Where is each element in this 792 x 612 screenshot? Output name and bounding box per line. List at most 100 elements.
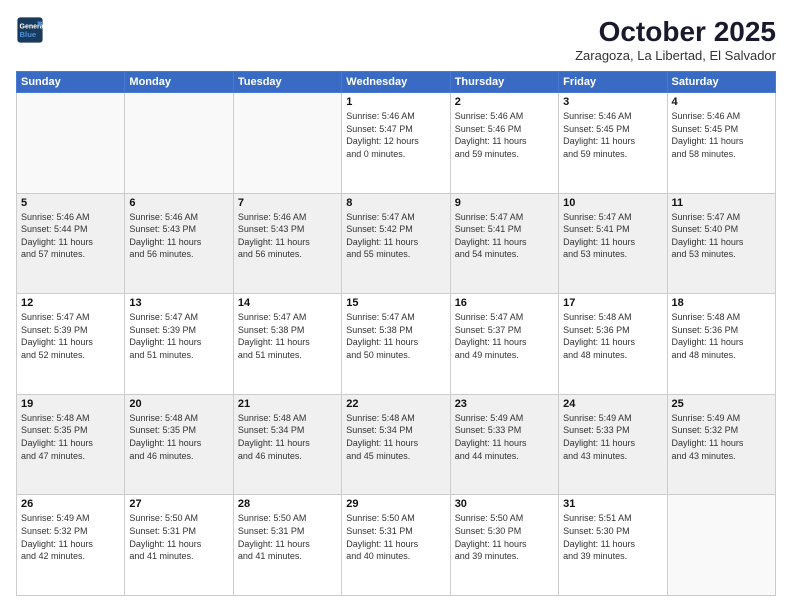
page: General Blue October 2025 Zaragoza, La L… [0, 0, 792, 612]
calendar-week-1: 1Sunrise: 5:46 AMSunset: 5:47 PMDaylight… [17, 93, 776, 194]
day-number: 4 [672, 96, 771, 108]
calendar-cell: 13Sunrise: 5:47 AMSunset: 5:39 PMDayligh… [125, 294, 233, 395]
calendar-cell: 8 Sunrise: 5:47 AMSunset: 5:42 PMDaylight… [342, 193, 450, 294]
calendar-cell [667, 495, 775, 596]
calendar-cell: 23 Sunrise: 5:49 AMSunset: 5:33 PMDayligh… [450, 394, 558, 495]
month-title: October 2025 [575, 16, 776, 48]
day-number: 18 [672, 297, 771, 309]
calendar-cell: 22Sunrise: 5:48 AMSunset: 5:34 PMDayligh… [342, 394, 450, 495]
day-info: Sunrise: 5:46 AMSunset: 5:43 PMDaylight:… [238, 211, 337, 261]
day-info: Sunrise: 5:49 AMSunset: 5:33 PMDaylight:… [455, 412, 554, 462]
calendar-cell: 10 Sunrise: 5:47 AMSunset: 5:41 PMDayligh… [559, 193, 667, 294]
calendar-cell [125, 93, 233, 194]
weekday-header-thursday: Thursday [450, 72, 558, 93]
day-number: 29 [346, 498, 445, 510]
day-info: Sunrise: 5:49 AMSunset: 5:32 PMDaylight:… [672, 412, 771, 462]
day-number: 2 [455, 96, 554, 108]
calendar-cell: 26 Sunrise: 5:49 AMSunset: 5:32 PMDayligh… [17, 495, 125, 596]
day-info: Sunrise: 5:51 AMSunset: 5:30 PMDaylight:… [563, 512, 662, 562]
day-number: 16 [455, 297, 554, 309]
weekday-header-friday: Friday [559, 72, 667, 93]
header-row: SundayMondayTuesdayWednesdayThursdayFrid… [17, 72, 776, 93]
day-number: 25 [672, 398, 771, 410]
day-number: 27 [129, 498, 228, 510]
day-info: Sunrise: 5:47 AMSunset: 5:39 PMDaylight:… [21, 311, 120, 361]
day-info: Sunrise: 5:50 AMSunset: 5:31 PMDaylight:… [346, 512, 445, 562]
day-info: Sunrise: 5:47 AMSunset: 5:41 PMDaylight:… [455, 211, 554, 261]
day-info: Sunrise: 5:48 AMSunset: 5:36 PMDaylight:… [672, 311, 771, 361]
day-number: 28 [238, 498, 337, 510]
calendar-cell: 18 Sunrise: 5:48 AMSunset: 5:36 PMDayligh… [667, 294, 775, 395]
day-info: Sunrise: 5:46 AMSunset: 5:43 PMDaylight:… [129, 211, 228, 261]
day-info: Sunrise: 5:46 AMSunset: 5:45 PMDaylight:… [563, 110, 662, 160]
day-number: 31 [563, 498, 662, 510]
day-number: 1 [346, 96, 445, 108]
calendar-cell: 1Sunrise: 5:46 AMSunset: 5:47 PMDaylight… [342, 93, 450, 194]
calendar-cell: 24Sunrise: 5:49 AMSunset: 5:33 PMDayligh… [559, 394, 667, 495]
calendar-cell: 6 Sunrise: 5:46 AMSunset: 5:43 PMDaylight… [125, 193, 233, 294]
calendar-cell: 30 Sunrise: 5:50 AMSunset: 5:30 PMDayligh… [450, 495, 558, 596]
calendar-week-5: 26 Sunrise: 5:49 AMSunset: 5:32 PMDayligh… [17, 495, 776, 596]
day-info: Sunrise: 5:47 AMSunset: 5:42 PMDaylight:… [346, 211, 445, 261]
day-number: 3 [563, 96, 662, 108]
calendar-cell: 27 Sunrise: 5:50 AMSunset: 5:31 PMDayligh… [125, 495, 233, 596]
day-number: 19 [21, 398, 120, 410]
calendar-cell: 31 Sunrise: 5:51 AMSunset: 5:30 PMDayligh… [559, 495, 667, 596]
calendar-week-4: 19 Sunrise: 5:48 AMSunset: 5:35 PMDayligh… [17, 394, 776, 495]
title-block: October 2025 Zaragoza, La Libertad, El S… [575, 16, 776, 63]
day-number: 30 [455, 498, 554, 510]
calendar-table: SundayMondayTuesdayWednesdayThursdayFrid… [16, 71, 776, 596]
svg-text:Blue: Blue [20, 30, 37, 39]
calendar-cell: 21 Sunrise: 5:48 AMSunset: 5:34 PMDayligh… [233, 394, 341, 495]
day-number: 15 [346, 297, 445, 309]
day-info: Sunrise: 5:47 AMSunset: 5:41 PMDaylight:… [563, 211, 662, 261]
day-number: 6 [129, 197, 228, 209]
calendar-week-2: 5 Sunrise: 5:46 AMSunset: 5:44 PMDaylight… [17, 193, 776, 294]
day-number: 8 [346, 197, 445, 209]
day-info: Sunrise: 5:46 AMSunset: 5:46 PMDaylight:… [455, 110, 554, 160]
day-number: 14 [238, 297, 337, 309]
calendar-cell: 11Sunrise: 5:47 AMSunset: 5:40 PMDayligh… [667, 193, 775, 294]
day-number: 26 [21, 498, 120, 510]
day-info: Sunrise: 5:46 AMSunset: 5:44 PMDaylight:… [21, 211, 120, 261]
calendar-week-3: 12 Sunrise: 5:47 AMSunset: 5:39 PMDayligh… [17, 294, 776, 395]
calendar-cell: 25 Sunrise: 5:49 AMSunset: 5:32 PMDayligh… [667, 394, 775, 495]
day-number: 21 [238, 398, 337, 410]
header: General Blue October 2025 Zaragoza, La L… [16, 16, 776, 63]
calendar-cell: 14 Sunrise: 5:47 AMSunset: 5:38 PMDayligh… [233, 294, 341, 395]
day-number: 7 [238, 197, 337, 209]
calendar-cell: 29 Sunrise: 5:50 AMSunset: 5:31 PMDayligh… [342, 495, 450, 596]
day-info: Sunrise: 5:50 AMSunset: 5:31 PMDaylight:… [129, 512, 228, 562]
day-info: Sunrise: 5:46 AMSunset: 5:45 PMDaylight:… [672, 110, 771, 160]
calendar-cell: 9Sunrise: 5:47 AMSunset: 5:41 PMDaylight… [450, 193, 558, 294]
weekday-header-sunday: Sunday [17, 72, 125, 93]
calendar-cell: 2 Sunrise: 5:46 AMSunset: 5:46 PMDaylight… [450, 93, 558, 194]
day-number: 5 [21, 197, 120, 209]
calendar-cell: 20 Sunrise: 5:48 AMSunset: 5:35 PMDayligh… [125, 394, 233, 495]
calendar-cell: 16Sunrise: 5:47 AMSunset: 5:37 PMDayligh… [450, 294, 558, 395]
weekday-header-wednesday: Wednesday [342, 72, 450, 93]
logo-icon: General Blue [16, 16, 44, 44]
day-number: 22 [346, 398, 445, 410]
day-number: 23 [455, 398, 554, 410]
weekday-header-saturday: Saturday [667, 72, 775, 93]
day-number: 20 [129, 398, 228, 410]
day-info: Sunrise: 5:48 AMSunset: 5:35 PMDaylight:… [129, 412, 228, 462]
calendar-cell: 5 Sunrise: 5:46 AMSunset: 5:44 PMDaylight… [17, 193, 125, 294]
day-number: 17 [563, 297, 662, 309]
day-number: 12 [21, 297, 120, 309]
day-info: Sunrise: 5:49 AMSunset: 5:32 PMDaylight:… [21, 512, 120, 562]
day-number: 13 [129, 297, 228, 309]
calendar-cell: 3 Sunrise: 5:46 AMSunset: 5:45 PMDaylight… [559, 93, 667, 194]
calendar-cell: 15 Sunrise: 5:47 AMSunset: 5:38 PMDayligh… [342, 294, 450, 395]
logo: General Blue [16, 16, 44, 44]
day-info: Sunrise: 5:48 AMSunset: 5:35 PMDaylight:… [21, 412, 120, 462]
calendar-cell: 12 Sunrise: 5:47 AMSunset: 5:39 PMDayligh… [17, 294, 125, 395]
calendar-cell: 28Sunrise: 5:50 AMSunset: 5:31 PMDayligh… [233, 495, 341, 596]
calendar-cell: 4 Sunrise: 5:46 AMSunset: 5:45 PMDaylight… [667, 93, 775, 194]
day-info: Sunrise: 5:47 AMSunset: 5:38 PMDaylight:… [238, 311, 337, 361]
day-info: Sunrise: 5:48 AMSunset: 5:34 PMDaylight:… [238, 412, 337, 462]
day-info: Sunrise: 5:50 AMSunset: 5:30 PMDaylight:… [455, 512, 554, 562]
day-info: Sunrise: 5:47 AMSunset: 5:38 PMDaylight:… [346, 311, 445, 361]
day-number: 10 [563, 197, 662, 209]
